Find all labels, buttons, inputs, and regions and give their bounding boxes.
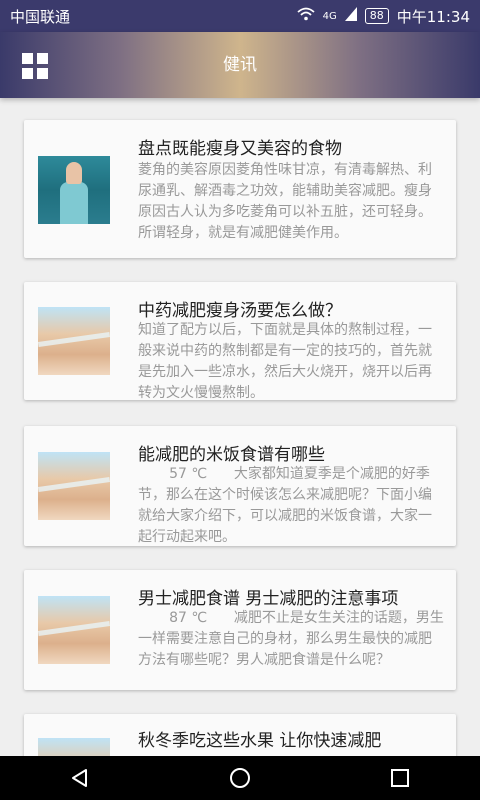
recent-square-icon[interactable] <box>370 756 430 800</box>
battery-indicator: 88 <box>364 8 389 24</box>
article-thumbnail <box>38 452 110 520</box>
article-summary: 57 ℃ 大家都知道夏季是个减肥的好季节，那么在这个时候该怎么来减肥呢？下面小编… <box>138 466 432 545</box>
page-title: 健讯 <box>223 55 257 75</box>
article-title: 秋冬季吃这些水果 让你快速减肥 <box>138 731 382 751</box>
network-type-label: 4G <box>322 10 337 22</box>
article-card[interactable]: 中药减肥瘦身汤要怎么做？ 知道了配方以后，下面就是具体的熬制过程，一般来说中药的… <box>24 282 456 401</box>
article-summary: 87 ℃ 减肥不止是女生关注的话题，男生一样需要注意自己的身材，那么男生最快的减… <box>138 610 444 668</box>
article-thumbnail <box>38 156 110 224</box>
article-title: 男士减肥食谱 男士减肥的注意事项 <box>138 589 399 609</box>
article-summary: 菱角的美容原因菱角性味甘凉，有清毒解热、利尿通乳、解酒毒之功效，能辅助美容减肥。… <box>138 162 432 241</box>
status-bar: 中国联通 4G 88 中午11:34 <box>0 0 480 32</box>
app-bar: 健讯 <box>0 32 480 98</box>
article-thumbnail <box>38 738 110 756</box>
article-summary: 知道了配方以后，下面就是具体的熬制过程，一般来说中药的熬制都是有一定的技巧的，首… <box>138 322 432 401</box>
signal-icon <box>344 7 357 25</box>
article-card[interactable]: 能减肥的米饭食谱有哪些 57 ℃ 大家都知道夏季是个减肥的好季节，那么在这个时候… <box>24 426 456 546</box>
article-title: 中药减肥瘦身汤要怎么做？ <box>138 301 342 321</box>
back-triangle-icon[interactable] <box>50 756 110 800</box>
article-card[interactable]: 男士减肥食谱 男士减肥的注意事项 87 ℃ 减肥不止是女生关注的话题，男生一样需… <box>24 570 456 690</box>
article-title: 能减肥的米饭食谱有哪些 <box>138 445 325 465</box>
article-card[interactable]: 盘点既能瘦身又美容的食物 菱角的美容原因菱角性味甘凉，有清毒解热、利尿通乳、解酒… <box>24 120 456 258</box>
carrier-label: 中国联通 <box>10 7 71 26</box>
clock-label: 中午11:34 <box>396 7 470 26</box>
system-nav-bar <box>0 756 480 800</box>
article-title: 盘点既能瘦身又美容的食物 <box>138 139 342 159</box>
article-list: 盘点既能瘦身又美容的食物 菱角的美容原因菱角性味甘凉，有清毒解热、利尿通乳、解酒… <box>0 98 480 756</box>
wifi-icon <box>297 7 315 25</box>
article-thumbnail <box>38 596 110 664</box>
home-circle-icon[interactable] <box>210 756 270 800</box>
article-card[interactable]: 秋冬季吃这些水果 让你快速减肥 <box>24 714 456 756</box>
article-thumbnail <box>38 307 110 375</box>
